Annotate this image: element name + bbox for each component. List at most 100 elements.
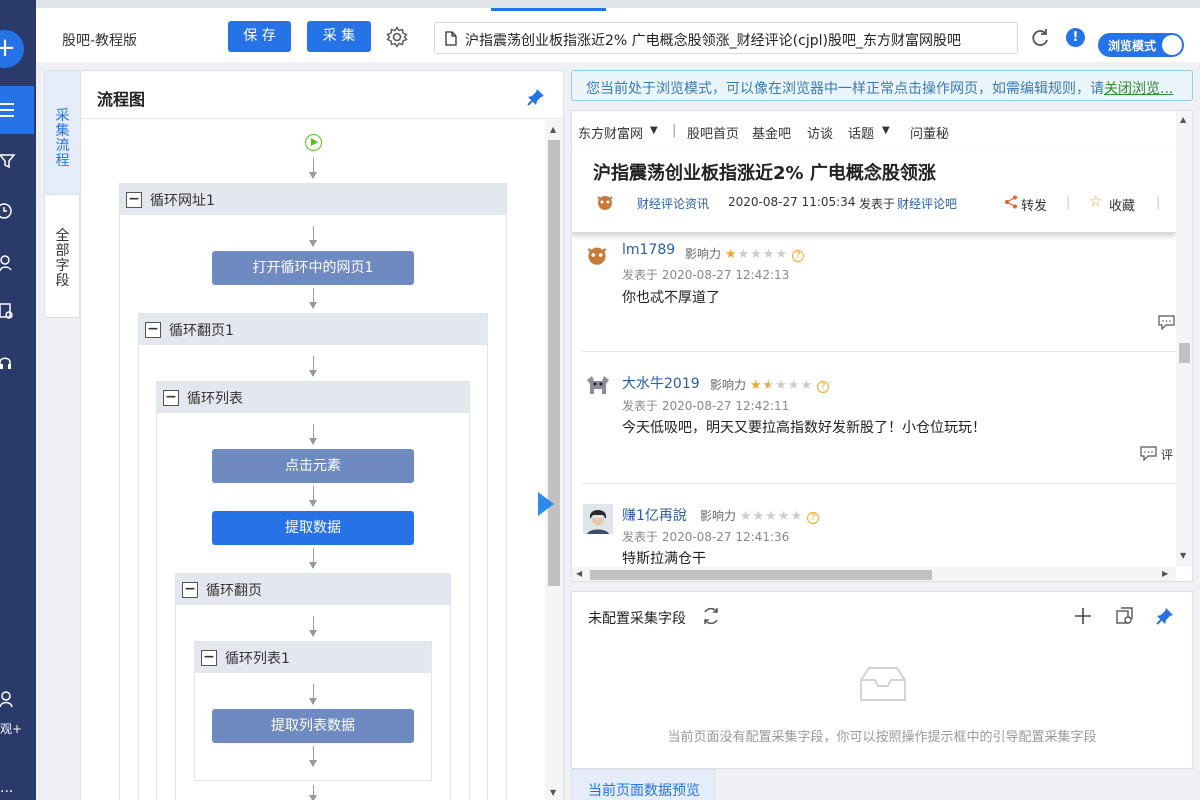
scroll-thumb[interactable] xyxy=(1179,343,1190,363)
collapse-icon[interactable]: − xyxy=(182,582,198,598)
browse-mode-toggle[interactable]: 浏览模式 xyxy=(1098,33,1184,57)
comment-author[interactable]: 赚1亿再說 xyxy=(622,505,687,525)
gear-icon[interactable] xyxy=(386,26,408,48)
add-icon[interactable] xyxy=(1074,607,1092,625)
refresh-icon[interactable] xyxy=(702,607,720,625)
save-button[interactable]: 保 存 xyxy=(228,21,291,52)
scroll-down-icon[interactable]: ▼ xyxy=(550,788,556,797)
loop-header: − 循环翻页 xyxy=(176,574,450,605)
browse-mode-label: 浏览模式 xyxy=(1108,39,1157,53)
comment-author[interactable]: 大水牛2019 xyxy=(622,373,700,393)
reply-link[interactable]: 评 xyxy=(1161,446,1173,463)
data-icon[interactable] xyxy=(0,302,18,320)
refresh-icon[interactable] xyxy=(1030,28,1050,48)
more-icon[interactable]: ... xyxy=(0,780,13,796)
fields-panel: 未配置采集字段 当前页面没有配置采集字段，你可以按照操作提示框中的引导配置采集字… xyxy=(571,591,1193,769)
scroll-down-icon[interactable]: ▼ xyxy=(1180,551,1186,560)
info-icon[interactable]: ! xyxy=(1066,28,1085,47)
user-icon[interactable] xyxy=(0,690,18,708)
chevron-down-icon[interactable]: ▼ xyxy=(650,125,658,136)
nav-link-topic[interactable]: 话题 xyxy=(848,123,874,142)
divider xyxy=(582,351,1176,352)
browser-vscroll[interactable]: ▲ ▼ xyxy=(1176,111,1192,567)
collapse-panel-icon[interactable] xyxy=(538,492,554,516)
avatar[interactable] xyxy=(586,244,608,266)
scroll-thumb[interactable] xyxy=(548,140,560,586)
flow-panel: 流程图 − 循环网址1 打开循环中的网页1 − 循环翻页1 − 循环列表 点击元… xyxy=(80,70,564,800)
collapse-icon[interactable]: − xyxy=(201,650,217,666)
avatar[interactable] xyxy=(584,372,612,400)
meta-divider: | xyxy=(1066,195,1071,210)
nav-link-fund[interactable]: 基金吧 xyxy=(752,123,791,142)
author-avatar[interactable] xyxy=(596,193,614,211)
field-settings-icon[interactable] xyxy=(1116,607,1134,625)
share-label[interactable]: 转发 xyxy=(1021,195,1047,214)
comment-icon[interactable] xyxy=(1140,446,1157,461)
new-task-button[interactable]: + xyxy=(0,30,24,68)
clock-icon[interactable] xyxy=(0,202,18,220)
nav-link-ask[interactable]: 问董秘 xyxy=(910,123,949,142)
fields-title: 未配置采集字段 xyxy=(588,611,686,627)
scroll-up-icon[interactable]: ▲ xyxy=(550,125,556,134)
avatar[interactable] xyxy=(583,504,613,534)
scroll-up-icon[interactable]: ▲ xyxy=(1180,115,1186,124)
close-browse-link[interactable]: 关闭浏览... xyxy=(1104,81,1173,97)
pin-icon[interactable] xyxy=(1156,607,1174,625)
collapse-icon[interactable]: − xyxy=(145,322,161,338)
connector xyxy=(309,616,317,637)
nav-link-interview[interactable]: 访谈 xyxy=(807,123,833,142)
headset-icon[interactable] xyxy=(0,354,18,372)
node-open-page[interactable]: 打开循环中的网页1 xyxy=(212,251,414,285)
loop-name: 循环列表 xyxy=(187,391,243,407)
tab-flow-label: 采集流程 xyxy=(55,108,70,169)
collapse-icon[interactable]: − xyxy=(163,390,179,406)
favorite-label[interactable]: 收藏 xyxy=(1109,195,1135,214)
scroll-thumb[interactable] xyxy=(590,570,932,580)
nav-link-eastmoney[interactable]: 东方财富网 xyxy=(578,123,643,142)
flow-scrollbar[interactable]: ▲ ▼ xyxy=(545,120,563,800)
chevron-down-icon[interactable]: ▼ xyxy=(882,125,890,136)
star-outline-icon[interactable]: ☆ xyxy=(1089,192,1102,210)
empty-state-text: 当前页面没有配置采集字段，你可以按照操作提示框中的引导配置采集字段 xyxy=(667,730,1097,745)
user-label[interactable]: 观+ xyxy=(0,720,22,737)
url-bar[interactable]: 沪指震荡创业板指涨近2% 广电概念股领涨_财经评论(cjpl)股吧_东方财富网股… xyxy=(434,22,1018,54)
tab-data-preview[interactable]: 当前页面数据预览 xyxy=(571,769,715,800)
tab-all-fields[interactable]: 全部字段 xyxy=(45,195,80,317)
document-icon xyxy=(445,31,457,46)
share-icon[interactable] xyxy=(1004,195,1018,209)
embedded-browser[interactable]: 东方财富网 ▼ | 股吧首页 基金吧 访谈 话题 ▼ 问董秘 沪指震荡创业板指涨… xyxy=(571,110,1193,582)
browser-hscroll[interactable]: ◀ ▶ xyxy=(572,567,1176,581)
article-author[interactable]: 财经评论资讯 xyxy=(637,195,709,212)
active-tab-indicator xyxy=(491,8,606,11)
node-click-element[interactable]: 点击元素 xyxy=(212,449,414,483)
collect-button[interactable]: 采 集 xyxy=(307,21,371,52)
node-extract-list[interactable]: 提取列表数据 xyxy=(212,709,414,743)
empty-inbox-icon xyxy=(860,667,906,701)
article-board-link[interactable]: 财经评论吧 xyxy=(897,195,957,212)
top-toolbar: 股吧-教程版 保 存 采 集 沪指震荡创业板指涨近2% 广电概念股领涨_财经评论… xyxy=(36,0,1200,62)
help-icon[interactable]: ? xyxy=(807,512,820,524)
flow-canvas[interactable]: − 循环网址1 打开循环中的网页1 − 循环翻页1 − 循环列表 点击元素 提取… xyxy=(81,120,545,800)
help-icon[interactable]: ? xyxy=(792,250,805,262)
comment-text: 你也忒不厚道了 xyxy=(622,290,720,306)
browse-mode-notice: 您当前处于浏览模式，可以像在浏览器中一样正常点击操作网页，如需编辑规则，请关闭浏… xyxy=(571,70,1193,101)
comment-time: 发表于 2020-08-27 12:42:11 xyxy=(622,399,790,413)
notice-text: 您当前处于浏览模式，可以像在浏览器中一样正常点击操作网页，如需编辑规则，请 xyxy=(586,81,1104,97)
scroll-right-icon[interactable]: ▶ xyxy=(1162,569,1168,578)
article-title: 沪指震荡创业板指涨近2% 广电概念股领涨 xyxy=(593,163,936,184)
scroll-left-icon[interactable]: ◀ xyxy=(576,569,582,578)
funnel-icon[interactable] xyxy=(0,152,18,170)
users-icon[interactable] xyxy=(0,254,18,272)
nav-item-tasks[interactable] xyxy=(0,86,34,134)
node-extract-data[interactable]: 提取数据 xyxy=(212,511,414,545)
help-icon[interactable]: ? xyxy=(817,381,830,393)
comment-author[interactable]: lm1789 xyxy=(622,242,675,258)
pin-icon[interactable] xyxy=(527,88,545,106)
collapse-icon[interactable]: − xyxy=(126,192,142,208)
nav-link-guba[interactable]: 股吧首页 xyxy=(687,123,739,142)
influence-row: 影响力 ★★★★★? xyxy=(710,376,830,393)
comment-icon[interactable] xyxy=(1158,315,1175,330)
loop-header: − 循环网址1 xyxy=(120,184,506,215)
tab-flow[interactable]: 采集流程 xyxy=(45,71,80,195)
influence-label: 影响力 xyxy=(685,247,722,261)
